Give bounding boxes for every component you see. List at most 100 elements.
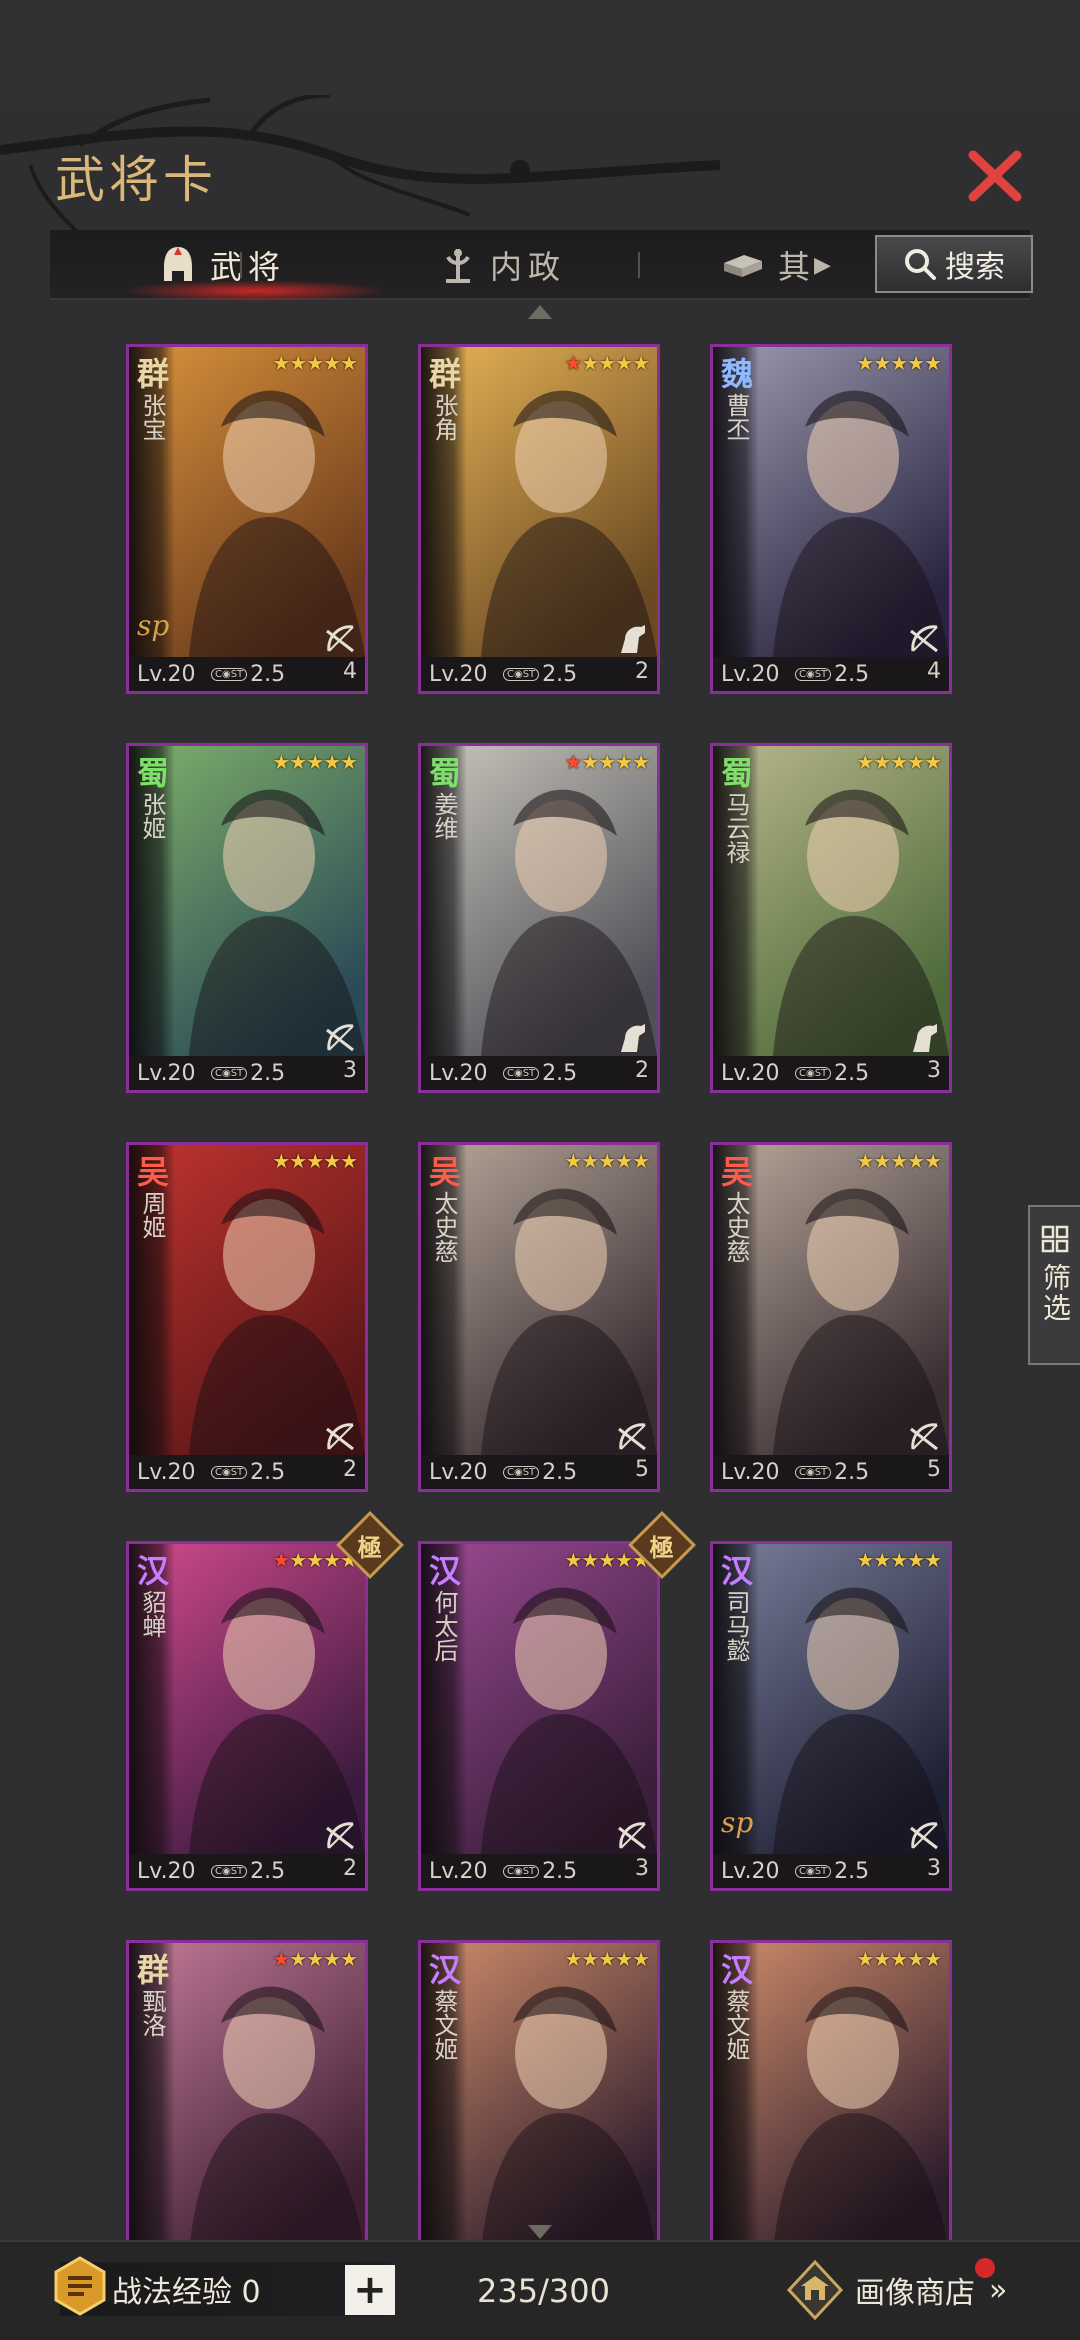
star-icon: ★ bbox=[598, 1149, 616, 1173]
faction-label: 汉 bbox=[720, 1951, 753, 1989]
grid-icon bbox=[1041, 1225, 1069, 1253]
star-icon: ★ bbox=[890, 351, 908, 375]
cost-value: 2.5 bbox=[250, 661, 286, 687]
card-info-bar: Lv.20 C◉ST 2.5 bbox=[421, 1854, 657, 1888]
faction-label: 群 bbox=[136, 1951, 169, 1989]
faction-label: 吴 bbox=[428, 1153, 461, 1191]
portrait-shop-button[interactable]: 画像商店 » bbox=[785, 2250, 1065, 2330]
star-icon: ★ bbox=[632, 1947, 650, 1971]
faction-label: 蜀 bbox=[428, 754, 461, 792]
level-label: Lv.20 bbox=[429, 1459, 488, 1485]
general-name: 司马懿 bbox=[722, 1590, 750, 1662]
star-icon: ★ bbox=[856, 351, 874, 375]
general-card[interactable]: 吴太史慈 ★★★★★ Lv.20 C◉ST 2.5 5 bbox=[710, 1142, 952, 1492]
cost-value: 2.5 bbox=[250, 1459, 286, 1485]
general-name: 周姬 bbox=[138, 1191, 166, 1239]
cost-icon: C◉ST bbox=[211, 1066, 248, 1080]
card-info-bar: Lv.20 C◉ST 2.5 bbox=[713, 1455, 949, 1489]
troop-count: 3 bbox=[343, 1058, 357, 1083]
shop-label: 画像商店 bbox=[855, 2276, 975, 2311]
faction-label: 吴 bbox=[136, 1153, 169, 1191]
troop-count: 2 bbox=[343, 1856, 357, 1881]
troop-count: 2 bbox=[635, 1058, 649, 1083]
star-icon: ★ bbox=[323, 351, 341, 375]
cost-value: 2.5 bbox=[834, 1060, 870, 1086]
star-icon: ★ bbox=[924, 1548, 942, 1572]
cost-icon: C◉ST bbox=[503, 667, 540, 681]
shop-pavilion-icon bbox=[786, 2260, 844, 2320]
troop-count: 3 bbox=[927, 1058, 941, 1083]
general-card[interactable]: 汉蔡文姬 ★★★★★ bbox=[418, 1940, 660, 2240]
general-card[interactable]: 蜀张姬 ★★★★★ Lv.20 C◉ST 2.5 3 bbox=[126, 743, 368, 1093]
star-icon: ★ bbox=[907, 750, 925, 774]
star-icon: ★ bbox=[873, 750, 891, 774]
star-icon: ★ bbox=[873, 1947, 891, 1971]
star-icon: ★ bbox=[598, 351, 616, 375]
star-icon: ★ bbox=[289, 351, 307, 375]
add-exp-button[interactable]: + bbox=[345, 2265, 395, 2315]
star-icon: ★ bbox=[615, 1947, 633, 1971]
star-icon: ★ bbox=[581, 1947, 599, 1971]
star-icon: ★ bbox=[564, 750, 582, 774]
level-label: Lv.20 bbox=[721, 1459, 780, 1485]
ji-badge-label: 極 bbox=[650, 1532, 674, 1562]
star-icon: ★ bbox=[272, 1947, 290, 1971]
star-icon: ★ bbox=[890, 1149, 908, 1173]
star-icon: ★ bbox=[340, 1149, 358, 1173]
star-icon: ★ bbox=[890, 1548, 908, 1572]
star-icon: ★ bbox=[856, 1947, 874, 1971]
general-card[interactable]: 群张宝 ★★★★★ sp Lv.20 C◉ST 2.5 4 bbox=[126, 344, 368, 694]
general-card[interactable]: 汉貂蝉 ★★★★★ Lv.20 C◉ST 2.5 2 bbox=[126, 1541, 368, 1891]
star-icon: ★ bbox=[873, 1548, 891, 1572]
sp-badge: sp bbox=[721, 1806, 754, 1839]
star-icon: ★ bbox=[924, 750, 942, 774]
general-card[interactable]: 汉何太后 ★★★★★ Lv.20 C◉ST 2.5 3 bbox=[418, 1541, 660, 1891]
general-card[interactable]: 群张角 ★★★★★ Lv.20 C◉ST 2.5 2 bbox=[418, 344, 660, 694]
filter-button[interactable]: 筛选 bbox=[1028, 1205, 1080, 1365]
general-card[interactable]: 吴周姬 ★★★★★ Lv.20 C◉ST 2.5 2 bbox=[126, 1142, 368, 1492]
card-info-bar: Lv.20 C◉ST 2.5 bbox=[421, 1056, 657, 1090]
cost-icon: C◉ST bbox=[211, 667, 248, 681]
general-name: 甄洛 bbox=[138, 1989, 166, 2037]
star-icon: ★ bbox=[907, 351, 925, 375]
cost-icon: C◉ST bbox=[795, 1864, 832, 1878]
star-rating: ★★★★★ bbox=[856, 1947, 942, 1971]
troop-count: 5 bbox=[927, 1457, 941, 1482]
star-rating: ★★★★★ bbox=[856, 750, 942, 774]
general-card[interactable]: 吴太史慈 ★★★★★ Lv.20 C◉ST 2.5 5 bbox=[418, 1142, 660, 1492]
cost-icon: C◉ST bbox=[211, 1864, 248, 1878]
troop-count: 3 bbox=[635, 1856, 649, 1881]
star-icon: ★ bbox=[306, 1548, 324, 1572]
general-name: 何太后 bbox=[430, 1590, 458, 1662]
general-card[interactable]: 蜀姜维 ★★★★★ Lv.20 C◉ST 2.5 2 bbox=[418, 743, 660, 1093]
star-icon: ★ bbox=[907, 1548, 925, 1572]
star-icon: ★ bbox=[272, 750, 290, 774]
general-card[interactable]: 汉蔡文姬 ★★★★★ bbox=[710, 1940, 952, 2240]
cost-value: 2.5 bbox=[542, 661, 578, 687]
general-name: 太史慈 bbox=[430, 1191, 458, 1263]
general-card[interactable]: 汉司马懿 ★★★★★ sp Lv.20 C◉ST 2.5 3 bbox=[710, 1541, 952, 1891]
star-icon: ★ bbox=[323, 1149, 341, 1173]
cost-value: 2.5 bbox=[834, 661, 870, 687]
troop-count: 4 bbox=[927, 659, 941, 684]
general-card[interactable]: 群甄洛 ★★★★★ bbox=[126, 1940, 368, 2240]
faction-label: 蜀 bbox=[720, 754, 753, 792]
star-icon: ★ bbox=[598, 750, 616, 774]
general-card[interactable]: 蜀马云禄 ★★★★★ Lv.20 C◉ST 2.5 3 bbox=[710, 743, 952, 1093]
level-label: Lv.20 bbox=[137, 661, 196, 687]
general-name: 张姬 bbox=[138, 792, 166, 840]
general-name: 张宝 bbox=[138, 393, 166, 441]
star-icon: ★ bbox=[289, 1548, 307, 1572]
ji-badge-label: 極 bbox=[358, 1532, 382, 1562]
faction-label: 魏 bbox=[720, 355, 753, 393]
star-icon: ★ bbox=[615, 351, 633, 375]
star-icon: ★ bbox=[890, 750, 908, 774]
star-icon: ★ bbox=[856, 1548, 874, 1572]
cost-value: 2.5 bbox=[250, 1858, 286, 1884]
star-icon: ★ bbox=[924, 1947, 942, 1971]
star-icon: ★ bbox=[340, 351, 358, 375]
card-info-bar: Lv.20 C◉ST 2.5 bbox=[129, 1056, 365, 1090]
general-card[interactable]: 魏曹丕 ★★★★★ Lv.20 C◉ST 2.5 4 bbox=[710, 344, 952, 694]
star-rating: ★★★★★ bbox=[272, 750, 358, 774]
cost-value: 2.5 bbox=[834, 1858, 870, 1884]
